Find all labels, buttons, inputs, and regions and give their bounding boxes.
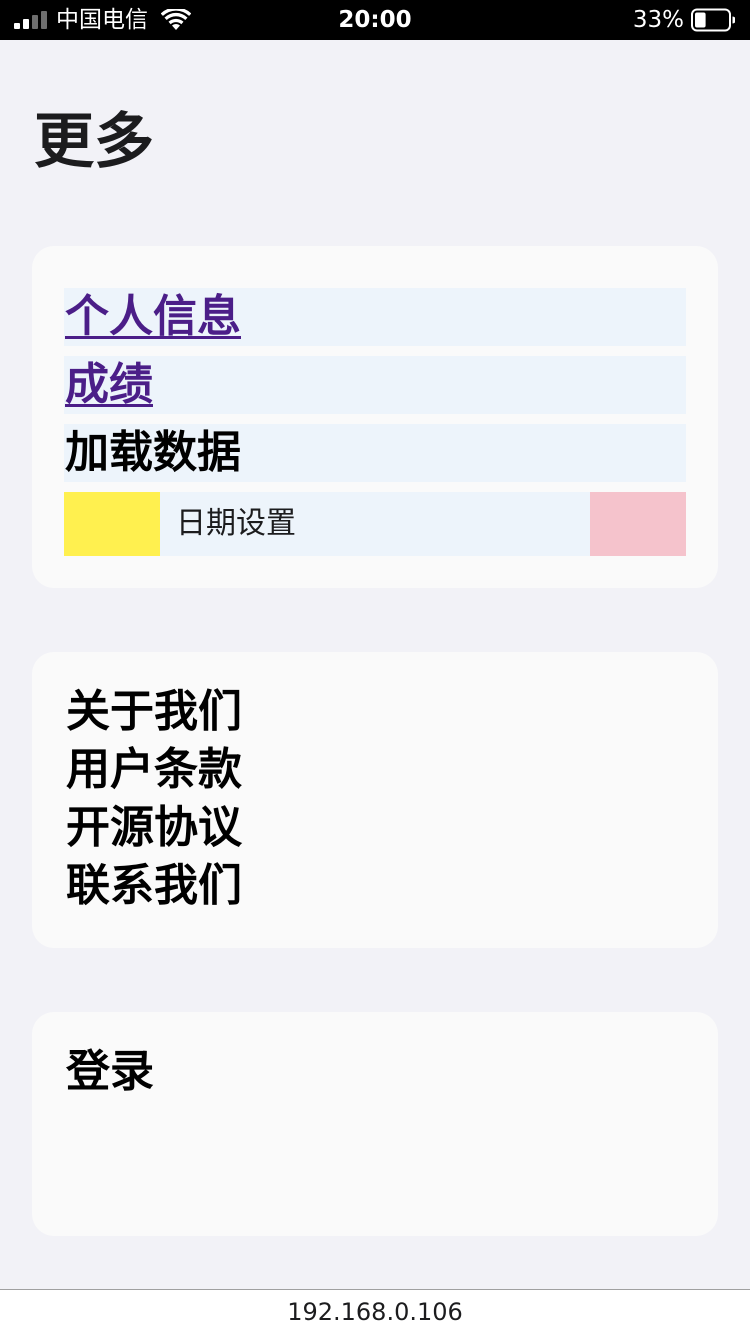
date-end-swatch[interactable] [590,492,686,556]
grades-link[interactable]: 成绩 [64,356,686,414]
date-settings-label: 日期设置 [176,506,296,541]
address-bar[interactable]: 192.168.0.106 [0,1289,750,1334]
about-section-card: 关于我们 用户条款 开源协议 联系我们 [32,652,718,948]
account-section-card: 登录 [32,1012,718,1236]
date-start-swatch[interactable] [64,492,160,556]
battery-icon [691,8,735,32]
profile-link[interactable]: 个人信息 [64,288,686,346]
user-section-card: 个人信息 成绩 加载数据 日期设置 [32,246,718,588]
load-data-button[interactable]: 加载数据 [64,424,686,482]
battery-percentage: 33% [632,7,684,33]
about-us-item[interactable]: 关于我们 [66,684,242,740]
page-title: 更多 [34,107,154,177]
contact-us-item[interactable]: 联系我们 [66,858,242,914]
open-source-license-item[interactable]: 开源协议 [66,800,242,856]
grades-link-label[interactable]: 成绩 [64,356,153,414]
date-settings-row[interactable]: 日期设置 [64,492,686,556]
load-data-label: 加载数据 [65,427,241,478]
profile-link-label[interactable]: 个人信息 [64,288,241,346]
login-button[interactable]: 登录 [66,1044,154,1100]
status-bar: 中国电信 20:00 33% [0,0,750,40]
address-url[interactable]: 192.168.0.106 [287,1298,463,1326]
user-terms-item[interactable]: 用户条款 [66,742,242,798]
